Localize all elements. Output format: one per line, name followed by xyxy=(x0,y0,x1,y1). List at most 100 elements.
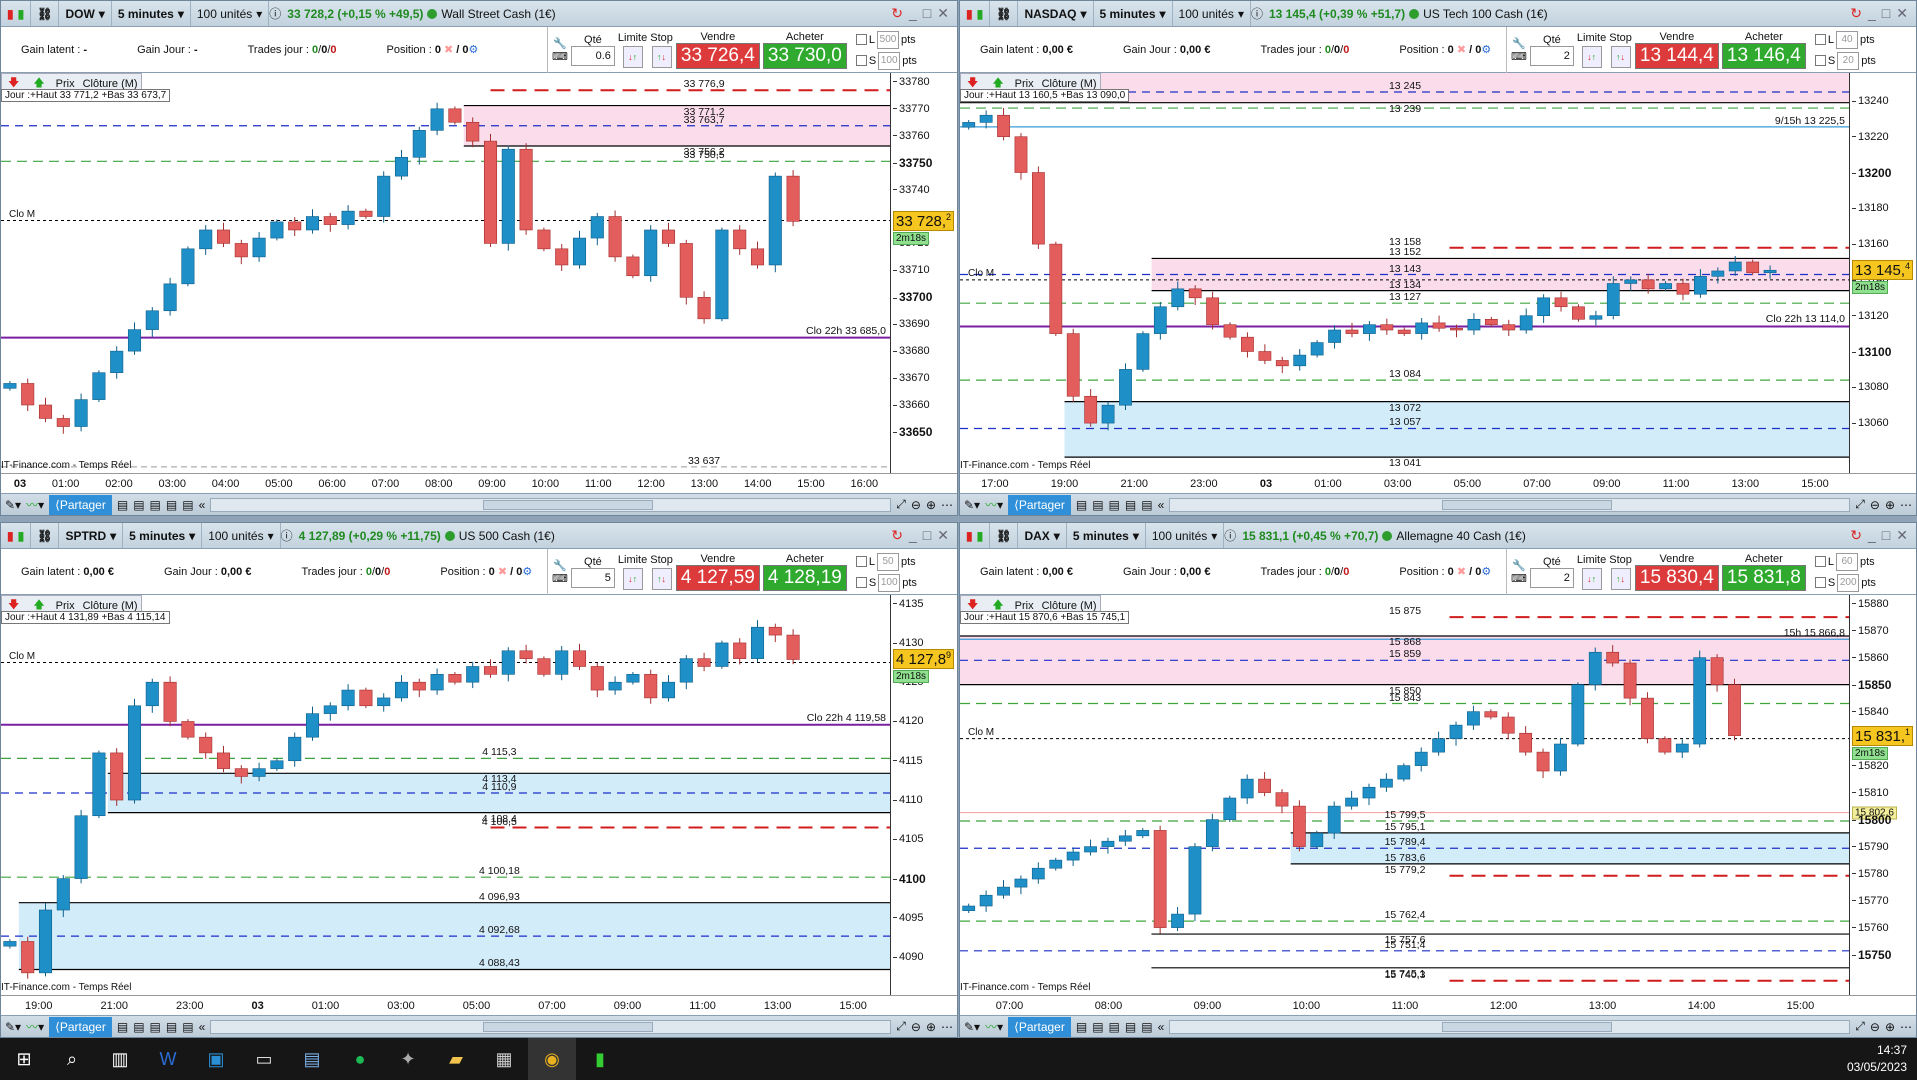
wrench-icon[interactable]: 🔧 xyxy=(553,559,567,572)
settings-icon[interactable]: ▤ xyxy=(1141,498,1152,512)
minimize-icon[interactable]: _ xyxy=(909,527,917,544)
settings-icon[interactable]: ▤ xyxy=(1141,1020,1152,1034)
price-plot[interactable]: 15 875 15 868 15 859 15 850 15 843 15 799,5 15… xyxy=(960,595,1850,995)
settings-icon[interactable]: ▤ xyxy=(182,498,193,512)
indicators-icon[interactable]: 〰▾ xyxy=(985,496,1003,513)
checkbox-s[interactable] xyxy=(1814,55,1826,66)
folder-icon[interactable]: ▰ xyxy=(432,1038,480,1080)
maximize-icon[interactable]: □ xyxy=(1882,5,1890,22)
legend-prix[interactable]: Prix xyxy=(1012,78,1037,90)
maximize-icon[interactable]: □ xyxy=(923,527,931,544)
info-icon[interactable]: ⓘ xyxy=(1251,5,1263,22)
pts-s-input[interactable]: 20 xyxy=(1837,51,1860,70)
keyboard-icon[interactable]: ⌨ xyxy=(1511,50,1527,63)
sell-button[interactable]: 13 144,4 xyxy=(1634,43,1719,69)
horizontal-scrollbar[interactable] xyxy=(1169,497,1851,512)
zoom-in-icon[interactable]: ⊕ xyxy=(926,1020,936,1034)
list-icon[interactable]: ▤ xyxy=(1092,1020,1103,1034)
limit-order-button[interactable]: ↓ ↑ xyxy=(622,46,643,68)
link-icon[interactable]: ⛓ xyxy=(31,1,60,26)
close-position-icon[interactable]: ✖ xyxy=(1454,566,1469,578)
pts-l-input[interactable]: 500 xyxy=(877,30,899,49)
more-icon[interactable]: ⋯ xyxy=(941,498,953,512)
maximize-icon[interactable]: □ xyxy=(923,5,931,22)
close-icon[interactable]: ✕ xyxy=(937,5,949,22)
symbol-dropdown[interactable]: DAX ▾ xyxy=(1018,523,1067,548)
share-button[interactable]: ⟨ Partager xyxy=(1008,494,1071,515)
units-dropdown[interactable]: 100 unités ▾ xyxy=(1173,1,1251,26)
file-explorer-icon[interactable]: ▭ xyxy=(240,1038,288,1080)
pts-s-input[interactable]: 100 xyxy=(878,51,901,70)
limit-order-button[interactable]: ↓ ↑ xyxy=(1581,46,1602,68)
horizontal-scrollbar[interactable] xyxy=(210,497,892,512)
stack-icon[interactable]: ▤ xyxy=(150,1020,161,1034)
quantity-input[interactable]: 2 xyxy=(1529,46,1574,66)
scroll-thumb[interactable] xyxy=(482,499,653,510)
draw-tools-icon[interactable]: ✎▾ xyxy=(964,498,980,512)
list-icon[interactable]: ▤ xyxy=(1092,498,1103,512)
pts-s-input[interactable]: 200 xyxy=(1837,573,1860,592)
buy-button[interactable]: 13 146,4 xyxy=(1721,43,1806,69)
zoom-in-icon[interactable]: ⊕ xyxy=(1885,1020,1895,1034)
trading-app-icon[interactable]: ▮ xyxy=(576,1038,624,1080)
list-icon[interactable]: ▤ xyxy=(133,498,144,512)
candlestick-chart[interactable] xyxy=(1,595,891,987)
legend-cloture[interactable]: Clôture (M) xyxy=(80,600,141,612)
word-icon[interactable]: W xyxy=(144,1038,192,1080)
close-position-icon[interactable]: ✖ xyxy=(1454,44,1469,56)
candlestick-icon[interactable]: ▮ ▮ xyxy=(1,523,32,548)
symbol-dropdown[interactable]: SPTRD ▾ xyxy=(59,523,124,548)
limit-order-button[interactable]: ↓ ↑ xyxy=(622,568,643,590)
price-plot[interactable]: 4 115,3 4 113,4 4 110,9 4 108,4 4 106,5 4 100… xyxy=(1,595,891,995)
keyboard-icon[interactable]: ⌨ xyxy=(552,572,568,585)
search-icon[interactable]: ⌕ xyxy=(48,1038,96,1080)
checkbox-l[interactable] xyxy=(855,34,867,45)
minimize-icon[interactable]: _ xyxy=(1868,5,1876,22)
legend-cloture[interactable]: Clôture (M) xyxy=(1039,78,1100,90)
compare-icon[interactable]: ▤ xyxy=(166,1020,177,1034)
compare-icon[interactable]: ▤ xyxy=(1125,1020,1136,1034)
stop-order-button[interactable]: ↑ ↓ xyxy=(1610,568,1631,590)
scroll-left-icon[interactable]: « xyxy=(199,498,206,512)
draw-tools-icon[interactable]: ✎▾ xyxy=(5,498,21,512)
maximize-icon[interactable]: □ xyxy=(1882,527,1890,544)
sell-button[interactable]: 4 127,59 xyxy=(675,565,760,591)
quantity-input[interactable]: 2 xyxy=(1529,568,1574,588)
pts-l-input[interactable]: 50 xyxy=(877,552,899,571)
more-icon[interactable]: ⋯ xyxy=(941,1020,953,1034)
teams-icon[interactable]: ▣ xyxy=(192,1038,240,1080)
compare-icon[interactable]: ▤ xyxy=(166,498,177,512)
checkbox-l[interactable] xyxy=(1814,556,1826,567)
stop-order-button[interactable]: ↑ ↓ xyxy=(1610,46,1631,68)
close-icon[interactable]: ✕ xyxy=(937,527,949,544)
stack-icon[interactable]: ▤ xyxy=(150,498,161,512)
zoom-in-icon[interactable]: ⊕ xyxy=(1885,498,1895,512)
link-icon[interactable]: ⛓ xyxy=(990,523,1019,548)
compare-icon[interactable]: ▤ xyxy=(1125,498,1136,512)
sell-button[interactable]: 15 830,4 xyxy=(1634,565,1719,591)
comment-icon[interactable]: ▤ xyxy=(117,498,128,512)
units-dropdown[interactable]: 100 unités ▾ xyxy=(1146,523,1225,548)
refresh-icon[interactable]: ↻ xyxy=(1850,5,1862,22)
info-icon[interactable]: ⓘ xyxy=(281,527,293,544)
legend-cloture[interactable]: Clôture (M) xyxy=(80,78,141,90)
price-axis[interactable]: 1306013080131001312013140131601318013200… xyxy=(1850,73,1916,473)
chrome-icon[interactable]: ◉ xyxy=(528,1038,576,1080)
zoom-out-icon[interactable]: ⊖ xyxy=(1870,498,1880,512)
buy-button[interactable]: 15 831,8 xyxy=(1721,565,1806,591)
zoom-fit-icon[interactable]: ⤢ xyxy=(1855,497,1865,512)
interval-dropdown[interactable]: 5 minutes ▾ xyxy=(1067,523,1146,548)
indicators-icon[interactable]: 〰▾ xyxy=(26,496,44,513)
clock[interactable]: 14:37 03/05/2023 xyxy=(1847,1042,1917,1076)
scroll-thumb[interactable] xyxy=(1441,499,1612,510)
close-icon[interactable]: ✕ xyxy=(1896,5,1908,22)
refresh-icon[interactable]: ↻ xyxy=(891,5,903,22)
refresh-icon[interactable]: ↻ xyxy=(1850,527,1862,544)
zoom-fit-icon[interactable]: ⤢ xyxy=(896,1019,906,1034)
symbol-dropdown[interactable]: NASDAQ ▾ xyxy=(1018,1,1094,26)
pts-l-input[interactable]: 60 xyxy=(1836,552,1858,571)
scroll-thumb[interactable] xyxy=(482,1021,653,1032)
share-button[interactable]: ⟨ Partager xyxy=(49,494,112,515)
buy-button[interactable]: 4 128,19 xyxy=(762,565,847,591)
list-icon[interactable]: ▤ xyxy=(133,1020,144,1034)
